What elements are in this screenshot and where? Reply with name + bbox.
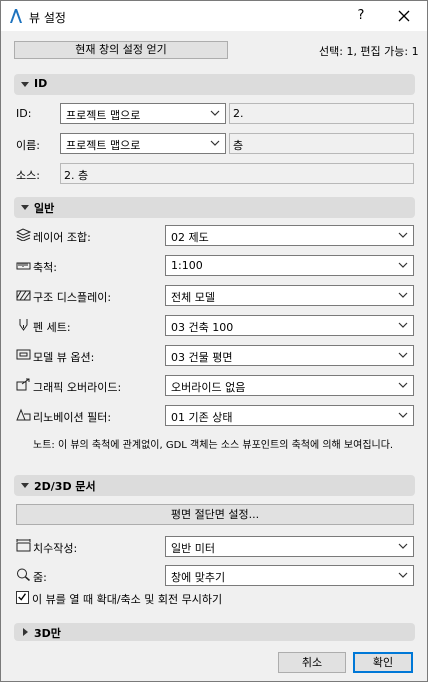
section-3d-only-header[interactable]: 3D만 [14,623,415,641]
scale-label: 축척: [33,261,57,274]
id-source-value: 프로젝트 맵으로 [66,109,141,122]
checkmark-icon [18,593,27,601]
graphic-override-icon [16,378,30,391]
chevron-down-icon [398,292,408,298]
expand-arrow-icon [23,628,28,636]
collapse-arrow-icon [21,483,29,488]
renovation-filter-label: 리노베이션 필터: [33,411,112,424]
layer-combo-select[interactable]: 02 제도 [165,225,414,246]
name-label: 이름: [16,139,40,152]
renovation-filter-value: 01 기존 상태 [171,411,233,424]
selection-info: 선택: 1, 편집 가능: 1 [319,45,419,58]
dimension-label: 치수작성: [33,542,78,555]
cancel-button[interactable]: 취소 [278,652,346,673]
source-label: 소스: [16,169,40,182]
zoom-select[interactable]: 창에 맞추기 [165,565,414,586]
graphic-override-value: 오버라이드 없음 [171,381,246,394]
dimension-select[interactable]: 일반 미터 [165,536,414,557]
chevron-down-icon [398,322,408,328]
zoom-magnifier-icon [17,568,30,581]
zoom-value: 창에 맞추기 [171,571,226,584]
model-view-select[interactable]: 03 건물 평면 [165,345,414,366]
name-source-value: 프로젝트 맵으로 [66,139,141,152]
section-docs-label: 2D/3D 문서 [34,480,96,493]
scale-select[interactable]: 1:100 [165,255,414,276]
title-bar: 뷰 설정 ? [1,1,427,31]
floor-plan-cut-settings-button[interactable]: 평면 절단면 설정... [16,504,414,525]
ok-button[interactable]: 확인 [353,652,413,673]
section-id-label: ID [34,77,48,90]
ignore-zoom-rotation-checkbox[interactable] [16,591,29,604]
chevron-down-icon [398,352,408,358]
chevron-down-icon [398,232,408,238]
layer-combo-icon [16,228,31,241]
chevron-down-icon [398,412,408,418]
chevron-down-icon [210,140,220,146]
chevron-down-icon [210,110,220,116]
chevron-down-icon [398,382,408,388]
section-general-label: 일반 [34,202,55,215]
dimension-value: 일반 미터 [171,542,215,555]
name-value: 층 [233,139,244,152]
collapse-arrow-icon [21,205,29,210]
pen-set-label: 펜 세트: [33,321,71,334]
get-current-window-settings-button[interactable]: 현재 창의 설정 얻기 [14,41,228,59]
pen-set-value: 03 건축 100 [171,321,234,334]
pen-set-select[interactable]: 03 건축 100 [165,315,414,336]
id-label: ID: [16,107,32,120]
id-value: 2. [233,107,244,120]
window-title: 뷰 설정 [29,11,66,25]
structure-display-label: 구조 디스플레이: [33,291,112,304]
scale-note: 노트: 이 뷰의 축척에 관계없이, GDL 객체는 소스 뷰포인트의 축척에 … [33,440,394,451]
scale-ruler-icon [16,262,31,270]
scale-value: 1:100 [171,259,203,272]
pen-set-icon [19,319,28,331]
source-value: 2. 층 [64,169,89,182]
layer-combo-label: 레이어 조합: [33,231,91,244]
section-docs-header[interactable]: 2D/3D 문서 [14,475,415,496]
renovation-filter-select[interactable]: 01 기존 상태 [165,405,414,426]
name-source-combo[interactable]: 프로젝트 맵으로 [60,133,226,154]
section-3d-only-label: 3D만 [34,627,61,640]
section-general-header[interactable]: 일반 [14,197,415,218]
id-source-combo[interactable]: 프로젝트 맵으로 [60,103,226,124]
chevron-down-icon [398,572,408,578]
close-icon[interactable] [393,6,415,26]
name-value-field: 층 [229,133,414,154]
source-value-field: 2. 층 [60,163,414,184]
dimension-icon [16,539,31,552]
view-settings-dialog: 뷰 설정 ? 현재 창의 설정 얻기 선택: 1, 편집 가능: 1 ID ID… [0,0,428,682]
zoom-label: 줌: [33,571,47,584]
ignore-zoom-rotation-label: 이 뷰를 열 때 확대/축소 및 회전 무시하기 [32,593,223,606]
chevron-down-icon [398,543,408,549]
renovation-filter-icon [16,408,31,421]
model-view-icon [16,349,31,360]
model-view-value: 03 건물 평면 [171,351,233,364]
graphic-override-label: 그래픽 오버라이드: [33,381,122,394]
model-view-label: 모델 뷰 옵션: [33,351,95,364]
structure-display-icon [16,290,31,301]
collapse-arrow-icon [21,82,29,87]
section-id-header[interactable]: ID [14,74,415,95]
id-value-field: 2. [229,103,414,124]
structure-display-select[interactable]: 전체 모델 [165,285,414,306]
structure-display-value: 전체 모델 [171,291,215,304]
graphic-override-select[interactable]: 오버라이드 없음 [165,375,414,396]
layer-combo-value: 02 제도 [171,231,209,244]
help-button[interactable]: ? [351,6,371,26]
chevron-down-icon [398,262,408,268]
archicad-app-icon [10,9,22,23]
